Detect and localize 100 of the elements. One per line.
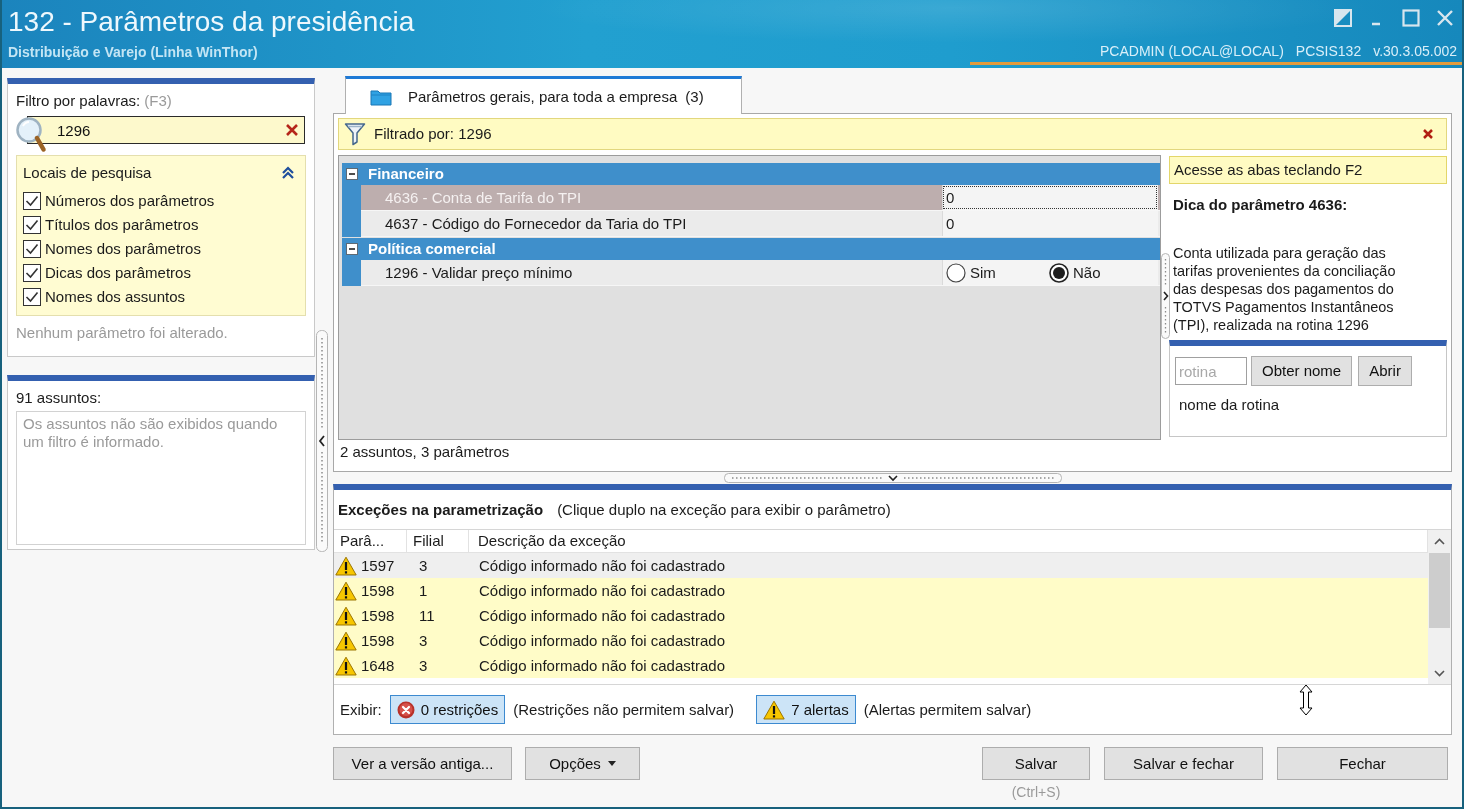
window-title: 132 - Parâmetros da presidência	[7, 5, 415, 38]
routine-name: nome da rotina	[1178, 396, 1281, 414]
options-button[interactable]: Opções	[525, 747, 640, 780]
hint-title: Dica do parâmetro 4636:	[1172, 196, 1349, 214]
open-button[interactable]: Abrir	[1358, 356, 1412, 386]
table-cell-text: 11	[418, 606, 436, 625]
warning-icon	[335, 605, 357, 626]
exception-row[interactable]: 1597 3 Código informado não foi cadastrado	[334, 553, 1428, 578]
checkbox-label: Dicas dos parâmetros	[45, 264, 191, 282]
warning-icon	[763, 699, 786, 720]
alerts-toggle[interactable]: 7 alertas	[756, 695, 856, 724]
collapse-icon[interactable]	[346, 168, 358, 180]
half-filled-square-icon[interactable]	[1334, 9, 1352, 27]
table-cell-text: Código informado não foi cadastrado	[478, 581, 726, 600]
group-header[interactable]: Financeiro	[342, 163, 1160, 185]
exception-row[interactable]: 1648 3 Código informado não foi cadastrado	[334, 653, 1428, 678]
shortcut-hint: (Ctrl+S)	[1010, 784, 1062, 801]
collapse-icon[interactable]	[346, 243, 358, 255]
exception-row[interactable]: 1598 11 Código informado não foi cadastrado	[334, 603, 1428, 628]
close-button[interactable]: Fechar	[1277, 747, 1448, 780]
window-subtitle: Distribuição e Varejo (Linha WinThor)	[7, 43, 259, 61]
exceptions-title: Exceções na parametrização	[338, 500, 544, 519]
search-icon	[15, 116, 47, 153]
table-cell-text: Código informado não foi cadastrado	[478, 631, 726, 650]
splitter-handle[interactable]	[316, 330, 328, 552]
scroll-down-icon[interactable]	[1434, 670, 1445, 677]
filter-icon	[344, 122, 366, 146]
table-cell: 1648	[361, 656, 395, 675]
checkbox[interactable]	[23, 288, 41, 306]
column-header[interactable]: Parâ...	[334, 530, 407, 552]
hint-banner: Acesse as abas teclando F2	[1169, 156, 1447, 184]
program-label: PCSIS132	[1295, 43, 1362, 60]
show-label: Exibir:	[340, 700, 382, 719]
maximize-icon[interactable]	[1402, 9, 1420, 27]
warning-icon	[335, 580, 357, 601]
caret-icon	[607, 761, 616, 766]
resize-cursor-icon	[1299, 684, 1313, 716]
checkbox-label: Números dos parâmetros	[45, 192, 215, 210]
parameter-row[interactable]: 4637 - Código do Fornecedor da Taria do TPI 0	[361, 211, 1160, 237]
exception-row[interactable]: 1598 3 Código informado não foi cadastrado	[334, 628, 1428, 653]
parameter-label: 4636 - Conta de Tarifa do TPI	[384, 187, 583, 208]
group-title: Política comercial	[368, 240, 496, 258]
table-cell-text: 1	[418, 581, 429, 600]
clear-icon[interactable]	[284, 122, 300, 138]
search-field[interactable]: 1296	[27, 116, 305, 144]
warning-icon	[335, 555, 357, 576]
parameter-label: 4637 - Código do Fornecedor da Taria do TPI	[384, 213, 688, 234]
exception-row[interactable]: 1598 1 Código informado não foi cadastrado	[334, 578, 1428, 603]
parameter-row[interactable]: 1296 - Validar preço mínimo Sim Não	[361, 260, 1160, 286]
scroll-up-icon[interactable]	[1434, 538, 1445, 545]
subjects-list: Os assuntos não são exibidos quando um filtro é informado.	[16, 411, 306, 545]
radio-label: Não	[1073, 263, 1101, 282]
checkbox-label: Nomes dos assuntos	[45, 288, 186, 306]
save-button[interactable]: Salvar	[982, 747, 1090, 780]
group-header[interactable]: Política comercial	[342, 238, 1160, 260]
table-cell-text: Código informado não foi cadastrado	[478, 656, 726, 675]
checkbox-label: Nomes dos parâmetros	[45, 240, 201, 258]
status-text: Nenhum parâmetro foi alterado.	[16, 324, 229, 342]
search-places-title: Locais de pesquisa	[23, 164, 152, 182]
checkbox-label: Títulos dos parâmetros	[45, 216, 199, 234]
checkbox[interactable]	[23, 192, 41, 210]
splitter-handle[interactable]	[1161, 253, 1170, 339]
checkbox[interactable]	[23, 240, 41, 258]
parameter-row[interactable]: 4636 - Conta de Tarifa do TPI 0	[361, 185, 1160, 211]
table-cell: 1598	[361, 606, 395, 625]
value-field[interactable]: 0	[942, 185, 1158, 210]
toggle-note: (Restrições não permitem salvar)	[513, 700, 735, 719]
table-cell-text: Código informado não foi cadastrado	[478, 606, 726, 625]
table-cell-text: 3	[418, 631, 429, 650]
radio-button[interactable]	[946, 262, 966, 283]
table-cell-text: 3	[418, 656, 429, 675]
close-icon[interactable]	[1422, 128, 1434, 140]
table-cell-text: Código informado não foi cadastrado	[478, 556, 726, 575]
scrollbar[interactable]	[1428, 530, 1451, 684]
restrictions-toggle[interactable]: 0 restrições	[389, 695, 506, 724]
tab[interactable]: Parâmetros gerais, para toda a empresa (3)	[345, 76, 742, 114]
checkbox[interactable]	[23, 264, 41, 282]
radio-button[interactable]	[1049, 262, 1069, 283]
group-title: Financeiro	[368, 165, 444, 183]
table-cell-text: 3	[418, 556, 429, 575]
old-version-button[interactable]: Ver a versão antiga...	[333, 747, 512, 780]
get-name-button[interactable]: Obter nome	[1251, 356, 1353, 386]
user-label: PCADMIN (LOCAL@LOCAL)	[1100, 43, 1284, 60]
table-cell: 1597	[361, 556, 395, 575]
shortcut-label: (F3)	[144, 92, 172, 110]
save-and-close-button[interactable]: Salvar e fechar	[1104, 747, 1263, 780]
grid-summary: 2 assuntos, 3 parâmetros	[339, 443, 511, 461]
filter-text: Filtrado por: 1296	[374, 125, 492, 143]
table-cell: 1598	[361, 631, 395, 650]
routine-field[interactable]: rotina	[1175, 357, 1247, 385]
splitter-handle[interactable]	[723, 473, 1062, 483]
collapse-icon[interactable]	[281, 166, 295, 180]
error-icon	[396, 700, 415, 719]
toggle-note: (Alertas permitem salvar)	[863, 700, 1032, 719]
folder-icon	[370, 87, 392, 106]
radio-label: Sim	[970, 263, 996, 282]
checkbox[interactable]	[23, 216, 41, 234]
column-header[interactable]: Filial	[407, 530, 469, 552]
value-field[interactable]: 0	[942, 211, 1158, 236]
scrollbar-thumb[interactable]	[1429, 553, 1450, 628]
